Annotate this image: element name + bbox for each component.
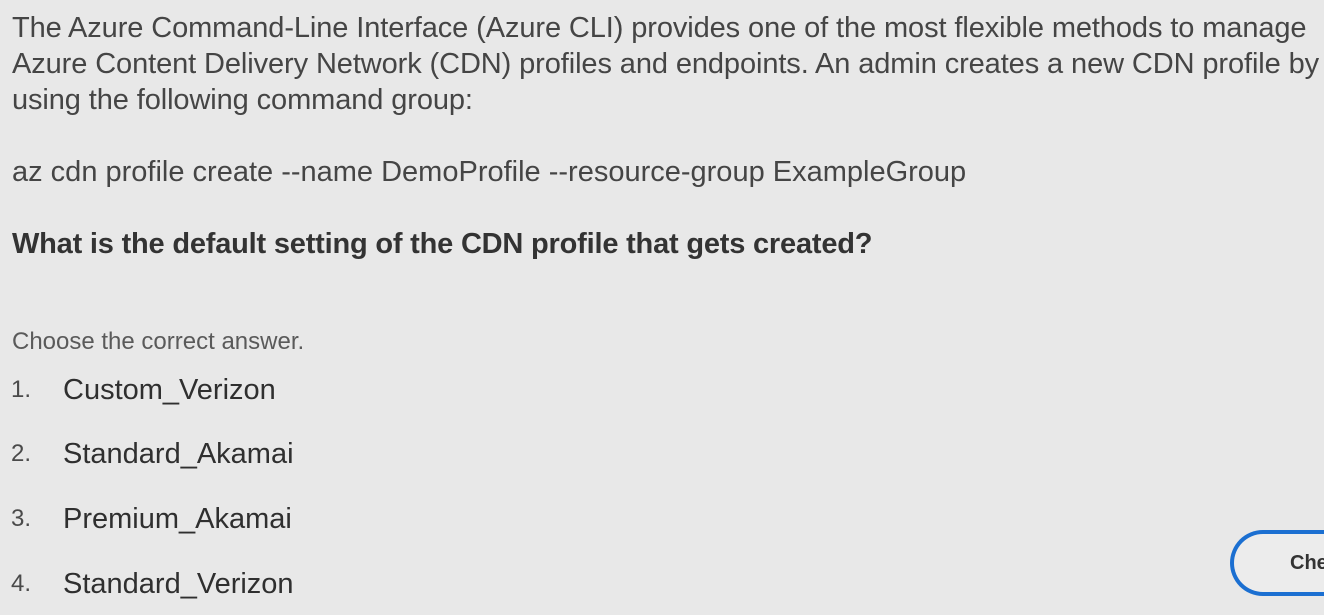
answer-instruction: Choose the correct answer. xyxy=(12,328,305,355)
answer-number: 1. xyxy=(11,376,32,403)
answer-label: Standard_Verizon xyxy=(63,567,294,600)
intro-line: using the following command group: xyxy=(12,84,473,116)
question-prompt: What is the default setting of the CDN p… xyxy=(12,228,873,260)
answer-label: Custom_Verizon xyxy=(63,373,276,406)
answer-option-1[interactable]: 1. Custom_Verizon xyxy=(0,366,700,414)
question-intro: The Azure Command-Line Interface (Azure … xyxy=(12,10,1324,118)
answer-number: 2. xyxy=(11,440,32,467)
intro-line: Azure Content Delivery Network (CDN) pro… xyxy=(12,48,1320,80)
answer-option-2[interactable]: 2. Standard_Akamai xyxy=(0,430,700,478)
quiz-page: The Azure Command-Line Interface (Azure … xyxy=(0,0,1324,615)
cli-command: az cdn profile create --name DemoProfile… xyxy=(12,156,967,188)
check-button-label: Che xyxy=(1290,551,1324,574)
answer-label: Premium_Akamai xyxy=(63,502,292,535)
answer-label: Standard_Akamai xyxy=(63,437,294,470)
answer-option-3[interactable]: 3. Premium_Akamai xyxy=(0,495,700,543)
check-answer-button[interactable]: Che xyxy=(1230,530,1324,596)
answer-number: 4. xyxy=(11,570,32,597)
answer-option-4[interactable]: 4. Standard_Verizon xyxy=(0,560,700,608)
intro-line: The Azure Command-Line Interface (Azure … xyxy=(12,12,1307,44)
answer-number: 3. xyxy=(11,505,32,532)
